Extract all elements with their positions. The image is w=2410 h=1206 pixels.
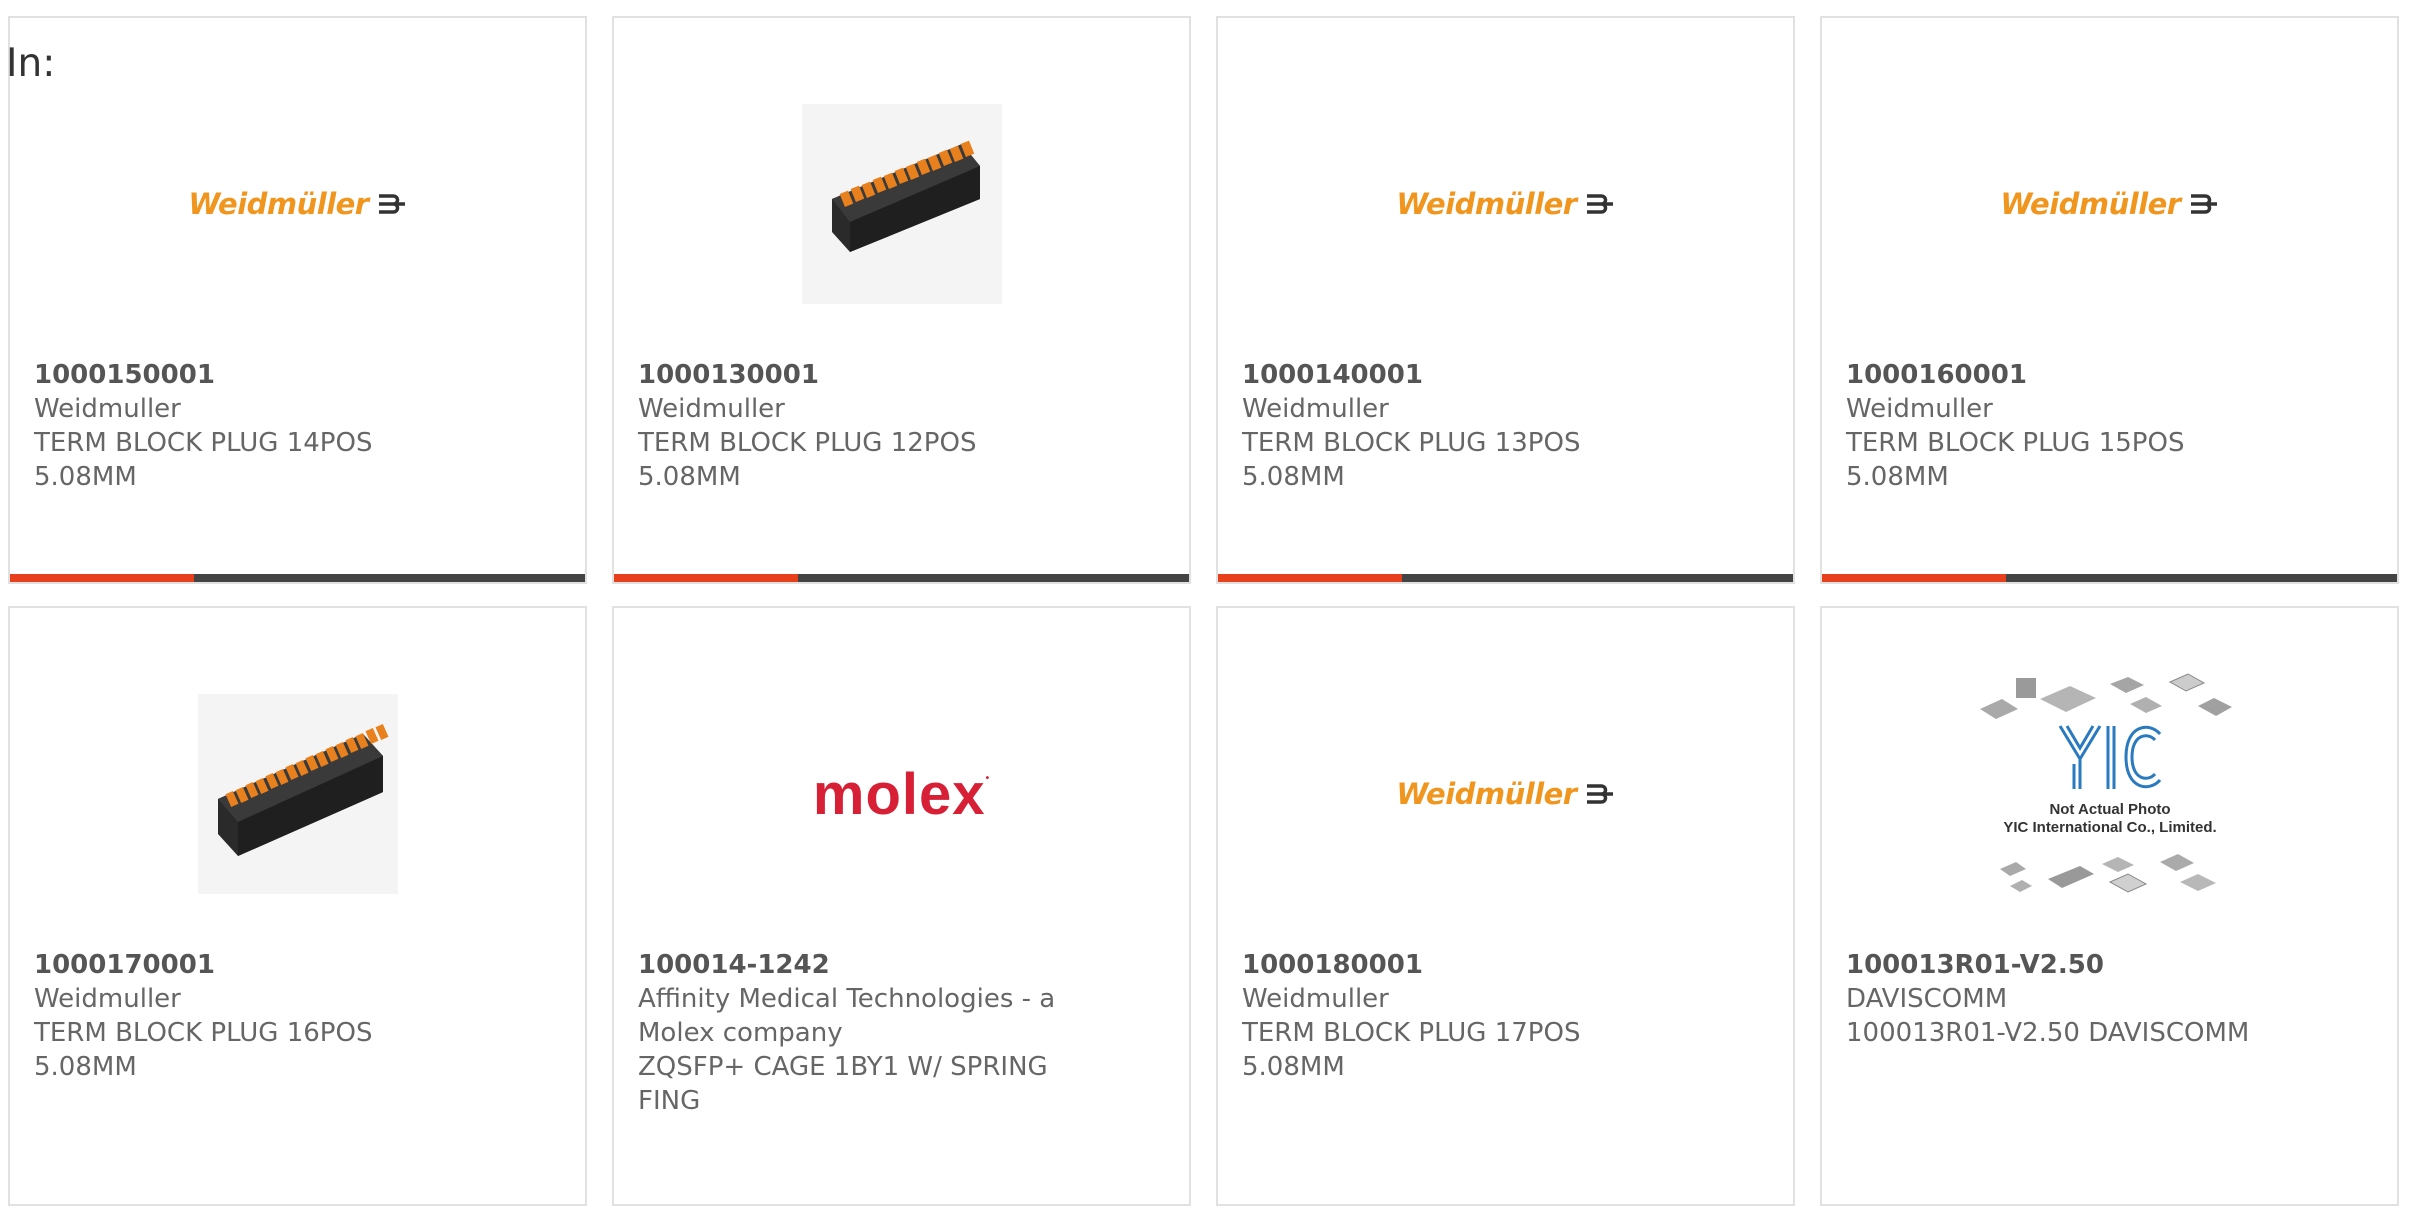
description: TERM BLOCK PLUG 13POS: [1242, 428, 1581, 458]
part-number[interactable]: 100013R01-V2.50: [1846, 948, 2286, 982]
weidmuller-logo: Weidmüller: [2000, 187, 2218, 221]
weidmuller-mark-icon: [2190, 194, 2217, 214]
product-info: 1000160001 Weidmuller TERM BLOCK PLUG 15…: [1846, 358, 2286, 494]
molex-logo: molex•: [812, 761, 991, 827]
description: TERM BLOCK PLUG 12POS: [638, 428, 977, 458]
description: FING: [638, 1086, 701, 1116]
description: 5.08MM: [638, 462, 741, 492]
manufacturer: Weidmuller: [1242, 984, 1389, 1014]
weidmuller-mark-icon: [1586, 784, 1613, 804]
product-image[interactable]: Weidmüller: [10, 74, 585, 334]
part-number[interactable]: 1000160001: [1846, 358, 2286, 392]
description: TERM BLOCK PLUG 15POS: [1846, 428, 2185, 458]
weidmuller-mark-icon: [1586, 194, 1613, 214]
product-image[interactable]: Weidmüller: [1218, 664, 1793, 924]
weidmuller-mark-icon: [378, 194, 405, 214]
description: 5.08MM: [1846, 462, 1949, 492]
manufacturer: Weidmuller: [1846, 394, 1993, 424]
product-image[interactable]: [614, 74, 1189, 334]
product-card[interactable]: 1000130001 Weidmuller TERM BLOCK PLUG 12…: [612, 16, 1191, 584]
manufacturer: DAVISCOMM: [1846, 984, 2008, 1014]
manufacturer: Molex company: [638, 1018, 843, 1048]
card-bottom-bar: [10, 574, 585, 582]
description: TERM BLOCK PLUG 14POS: [34, 428, 373, 458]
product-card[interactable]: Weidmüller 1000150001 Weidmuller TERM BL…: [8, 16, 587, 584]
svg-text:Not Actual Photo: Not Actual Photo: [2049, 801, 2170, 818]
card-bottom-bar: [1218, 574, 1793, 582]
card-bottom-bar: [614, 574, 1189, 582]
product-image[interactable]: [10, 664, 585, 924]
product-card[interactable]: 1000170001 Weidmuller TERM BLOCK PLUG 16…: [8, 606, 587, 1206]
part-number[interactable]: 1000140001: [1242, 358, 1682, 392]
description: 5.08MM: [1242, 1052, 1345, 1082]
manufacturer: Affinity Medical Technologies - a: [638, 984, 1056, 1014]
part-number[interactable]: 1000130001: [638, 358, 1078, 392]
product-info: 100013R01-V2.50 DAVISCOMM 100013R01-V2.5…: [1846, 948, 2286, 1050]
product-card[interactable]: Weidmüller 1000160001 Weidmuller TERM BL…: [1820, 16, 2399, 584]
product-image[interactable]: Weidmüller: [1218, 74, 1793, 334]
product-card[interactable]: Not Actual Photo YIC International Co., …: [1820, 606, 2399, 1206]
description: 5.08MM: [34, 462, 137, 492]
product-info: 1000140001 Weidmuller TERM BLOCK PLUG 13…: [1242, 358, 1682, 494]
description: 100013R01-V2.50 DAVISCOMM: [1846, 1018, 2250, 1048]
part-number[interactable]: 1000150001: [34, 358, 474, 392]
part-number[interactable]: 100014-1242: [638, 948, 1078, 982]
weidmuller-logo: Weidmüller: [1396, 187, 1614, 221]
description: 5.08MM: [34, 1052, 137, 1082]
yic-placeholder-image: Not Actual Photo YIC International Co., …: [1979, 673, 2232, 893]
terminal-block-photo: [801, 104, 1002, 304]
description: 5.08MM: [1242, 462, 1345, 492]
manufacturer: Weidmuller: [34, 984, 181, 1014]
card-bottom-bar: [1822, 574, 2397, 582]
description: TERM BLOCK PLUG 16POS: [34, 1018, 373, 1048]
manufacturer: Weidmuller: [34, 394, 181, 424]
product-info: 1000170001 Weidmuller TERM BLOCK PLUG 16…: [34, 948, 474, 1084]
product-image[interactable]: Not Actual Photo YIC International Co., …: [1822, 664, 2397, 924]
product-image[interactable]: molex•: [614, 664, 1189, 924]
description: TERM BLOCK PLUG 17POS: [1242, 1018, 1581, 1048]
product-grid: Weidmüller 1000150001 Weidmuller TERM BL…: [8, 16, 2400, 1206]
description: ZQSFP+ CAGE 1BY1 W/ SPRING: [638, 1052, 1048, 1082]
product-image[interactable]: Weidmüller: [1822, 74, 2397, 334]
manufacturer: Weidmuller: [1242, 394, 1389, 424]
part-number[interactable]: 1000170001: [34, 948, 474, 982]
card-accent-bar: [10, 574, 194, 582]
terminal-block-photo: [197, 694, 398, 894]
product-info: 100014-1242 Affinity Medical Technologie…: [638, 948, 1078, 1118]
card-accent-bar: [1218, 574, 1402, 582]
svg-text:YIC International Co., Limited: YIC International Co., Limited.: [2003, 819, 2216, 836]
card-accent-bar: [614, 574, 798, 582]
product-card[interactable]: Weidmüller 1000180001 Weidmuller TERM BL…: [1216, 606, 1795, 1206]
product-info: 1000130001 Weidmuller TERM BLOCK PLUG 12…: [638, 358, 1078, 494]
product-info: 1000150001 Weidmuller TERM BLOCK PLUG 14…: [34, 358, 474, 494]
manufacturer: Weidmuller: [638, 394, 785, 424]
product-card[interactable]: Weidmüller 1000140001 Weidmuller TERM BL…: [1216, 16, 1795, 584]
product-card[interactable]: molex• 100014-1242 Affinity Medical Tech…: [612, 606, 1191, 1206]
weidmuller-logo: Weidmüller: [188, 187, 406, 221]
product-info: 1000180001 Weidmuller TERM BLOCK PLUG 17…: [1242, 948, 1682, 1084]
card-accent-bar: [1822, 574, 2006, 582]
part-number[interactable]: 1000180001: [1242, 948, 1682, 982]
weidmuller-logo: Weidmüller: [1396, 777, 1614, 811]
in-label: In:: [6, 41, 56, 86]
